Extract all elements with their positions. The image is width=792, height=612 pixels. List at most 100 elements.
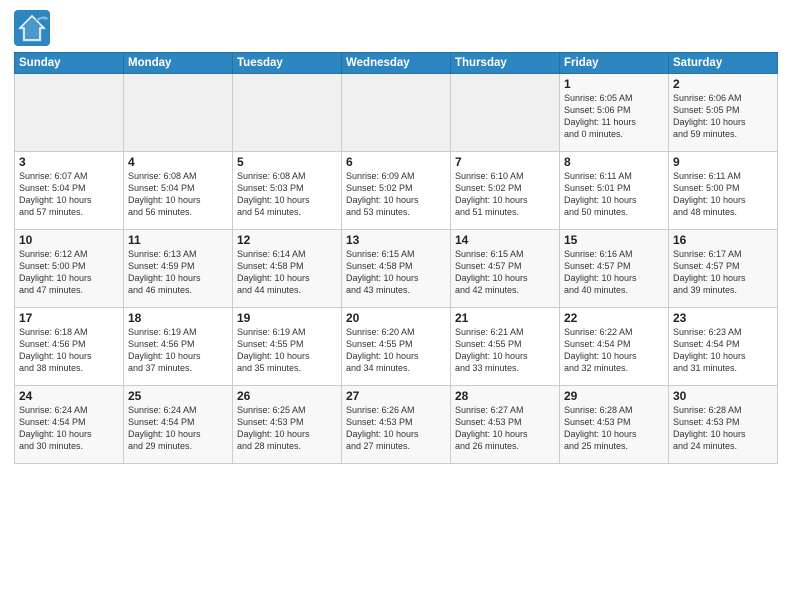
- day-number: 9: [673, 155, 773, 169]
- day-number: 8: [564, 155, 664, 169]
- day-info: Sunrise: 6:23 AM Sunset: 4:54 PM Dayligh…: [673, 326, 773, 375]
- weekday-header: Saturday: [669, 53, 778, 74]
- calendar-cell: 9Sunrise: 6:11 AM Sunset: 5:00 PM Daylig…: [669, 152, 778, 230]
- weekday-header: Monday: [124, 53, 233, 74]
- calendar-cell: [124, 74, 233, 152]
- day-info: Sunrise: 6:21 AM Sunset: 4:55 PM Dayligh…: [455, 326, 555, 375]
- day-number: 25: [128, 389, 228, 403]
- day-info: Sunrise: 6:16 AM Sunset: 4:57 PM Dayligh…: [564, 248, 664, 297]
- day-info: Sunrise: 6:26 AM Sunset: 4:53 PM Dayligh…: [346, 404, 446, 453]
- day-number: 16: [673, 233, 773, 247]
- calendar-cell: [451, 74, 560, 152]
- day-number: 28: [455, 389, 555, 403]
- calendar-header-row: SundayMondayTuesdayWednesdayThursdayFrid…: [15, 53, 778, 74]
- day-info: Sunrise: 6:25 AM Sunset: 4:53 PM Dayligh…: [237, 404, 337, 453]
- day-info: Sunrise: 6:08 AM Sunset: 5:04 PM Dayligh…: [128, 170, 228, 219]
- day-number: 4: [128, 155, 228, 169]
- day-number: 7: [455, 155, 555, 169]
- calendar-cell: [342, 74, 451, 152]
- day-info: Sunrise: 6:19 AM Sunset: 4:55 PM Dayligh…: [237, 326, 337, 375]
- day-number: 15: [564, 233, 664, 247]
- day-info: Sunrise: 6:24 AM Sunset: 4:54 PM Dayligh…: [19, 404, 119, 453]
- calendar-cell: [15, 74, 124, 152]
- day-info: Sunrise: 6:06 AM Sunset: 5:05 PM Dayligh…: [673, 92, 773, 141]
- calendar-cell: 29Sunrise: 6:28 AM Sunset: 4:53 PM Dayli…: [560, 386, 669, 464]
- calendar-cell: 8Sunrise: 6:11 AM Sunset: 5:01 PM Daylig…: [560, 152, 669, 230]
- calendar-cell: 7Sunrise: 6:10 AM Sunset: 5:02 PM Daylig…: [451, 152, 560, 230]
- calendar-cell: 24Sunrise: 6:24 AM Sunset: 4:54 PM Dayli…: [15, 386, 124, 464]
- day-info: Sunrise: 6:24 AM Sunset: 4:54 PM Dayligh…: [128, 404, 228, 453]
- day-number: 13: [346, 233, 446, 247]
- day-number: 22: [564, 311, 664, 325]
- day-number: 10: [19, 233, 119, 247]
- day-info: Sunrise: 6:18 AM Sunset: 4:56 PM Dayligh…: [19, 326, 119, 375]
- day-info: Sunrise: 6:27 AM Sunset: 4:53 PM Dayligh…: [455, 404, 555, 453]
- day-number: 23: [673, 311, 773, 325]
- day-info: Sunrise: 6:14 AM Sunset: 4:58 PM Dayligh…: [237, 248, 337, 297]
- day-info: Sunrise: 6:17 AM Sunset: 4:57 PM Dayligh…: [673, 248, 773, 297]
- calendar-cell: 16Sunrise: 6:17 AM Sunset: 4:57 PM Dayli…: [669, 230, 778, 308]
- day-number: 30: [673, 389, 773, 403]
- calendar-cell: 12Sunrise: 6:14 AM Sunset: 4:58 PM Dayli…: [233, 230, 342, 308]
- calendar-cell: 5Sunrise: 6:08 AM Sunset: 5:03 PM Daylig…: [233, 152, 342, 230]
- calendar-table: SundayMondayTuesdayWednesdayThursdayFrid…: [14, 52, 778, 464]
- day-number: 6: [346, 155, 446, 169]
- calendar-cell: 18Sunrise: 6:19 AM Sunset: 4:56 PM Dayli…: [124, 308, 233, 386]
- calendar-cell: 21Sunrise: 6:21 AM Sunset: 4:55 PM Dayli…: [451, 308, 560, 386]
- day-info: Sunrise: 6:15 AM Sunset: 4:58 PM Dayligh…: [346, 248, 446, 297]
- day-number: 3: [19, 155, 119, 169]
- day-number: 12: [237, 233, 337, 247]
- calendar-cell: 14Sunrise: 6:15 AM Sunset: 4:57 PM Dayli…: [451, 230, 560, 308]
- calendar-cell: 20Sunrise: 6:20 AM Sunset: 4:55 PM Dayli…: [342, 308, 451, 386]
- calendar-week-row: 17Sunrise: 6:18 AM Sunset: 4:56 PM Dayli…: [15, 308, 778, 386]
- calendar-cell: 23Sunrise: 6:23 AM Sunset: 4:54 PM Dayli…: [669, 308, 778, 386]
- calendar-cell: [233, 74, 342, 152]
- calendar-cell: 1Sunrise: 6:05 AM Sunset: 5:06 PM Daylig…: [560, 74, 669, 152]
- day-info: Sunrise: 6:08 AM Sunset: 5:03 PM Dayligh…: [237, 170, 337, 219]
- day-info: Sunrise: 6:05 AM Sunset: 5:06 PM Dayligh…: [564, 92, 664, 141]
- calendar-cell: 25Sunrise: 6:24 AM Sunset: 4:54 PM Dayli…: [124, 386, 233, 464]
- day-number: 5: [237, 155, 337, 169]
- calendar-cell: 3Sunrise: 6:07 AM Sunset: 5:04 PM Daylig…: [15, 152, 124, 230]
- day-info: Sunrise: 6:09 AM Sunset: 5:02 PM Dayligh…: [346, 170, 446, 219]
- header: [14, 10, 778, 46]
- calendar-cell: 27Sunrise: 6:26 AM Sunset: 4:53 PM Dayli…: [342, 386, 451, 464]
- day-number: 24: [19, 389, 119, 403]
- day-number: 19: [237, 311, 337, 325]
- day-number: 26: [237, 389, 337, 403]
- day-info: Sunrise: 6:11 AM Sunset: 5:01 PM Dayligh…: [564, 170, 664, 219]
- calendar-cell: 19Sunrise: 6:19 AM Sunset: 4:55 PM Dayli…: [233, 308, 342, 386]
- calendar-cell: 4Sunrise: 6:08 AM Sunset: 5:04 PM Daylig…: [124, 152, 233, 230]
- calendar-cell: 13Sunrise: 6:15 AM Sunset: 4:58 PM Dayli…: [342, 230, 451, 308]
- day-number: 1: [564, 77, 664, 91]
- weekday-header: Tuesday: [233, 53, 342, 74]
- day-number: 27: [346, 389, 446, 403]
- calendar-cell: 17Sunrise: 6:18 AM Sunset: 4:56 PM Dayli…: [15, 308, 124, 386]
- day-number: 2: [673, 77, 773, 91]
- day-info: Sunrise: 6:10 AM Sunset: 5:02 PM Dayligh…: [455, 170, 555, 219]
- calendar-week-row: 10Sunrise: 6:12 AM Sunset: 5:00 PM Dayli…: [15, 230, 778, 308]
- calendar-cell: 10Sunrise: 6:12 AM Sunset: 5:00 PM Dayli…: [15, 230, 124, 308]
- logo-icon: [14, 10, 50, 46]
- day-info: Sunrise: 6:28 AM Sunset: 4:53 PM Dayligh…: [564, 404, 664, 453]
- day-info: Sunrise: 6:15 AM Sunset: 4:57 PM Dayligh…: [455, 248, 555, 297]
- calendar-page: SundayMondayTuesdayWednesdayThursdayFrid…: [0, 0, 792, 612]
- calendar-cell: 26Sunrise: 6:25 AM Sunset: 4:53 PM Dayli…: [233, 386, 342, 464]
- day-info: Sunrise: 6:22 AM Sunset: 4:54 PM Dayligh…: [564, 326, 664, 375]
- day-info: Sunrise: 6:20 AM Sunset: 4:55 PM Dayligh…: [346, 326, 446, 375]
- calendar-week-row: 3Sunrise: 6:07 AM Sunset: 5:04 PM Daylig…: [15, 152, 778, 230]
- day-info: Sunrise: 6:07 AM Sunset: 5:04 PM Dayligh…: [19, 170, 119, 219]
- calendar-cell: 15Sunrise: 6:16 AM Sunset: 4:57 PM Dayli…: [560, 230, 669, 308]
- day-number: 17: [19, 311, 119, 325]
- day-info: Sunrise: 6:19 AM Sunset: 4:56 PM Dayligh…: [128, 326, 228, 375]
- day-info: Sunrise: 6:11 AM Sunset: 5:00 PM Dayligh…: [673, 170, 773, 219]
- calendar-cell: 6Sunrise: 6:09 AM Sunset: 5:02 PM Daylig…: [342, 152, 451, 230]
- logo: [14, 10, 54, 46]
- day-number: 29: [564, 389, 664, 403]
- day-number: 14: [455, 233, 555, 247]
- day-info: Sunrise: 6:12 AM Sunset: 5:00 PM Dayligh…: [19, 248, 119, 297]
- day-info: Sunrise: 6:13 AM Sunset: 4:59 PM Dayligh…: [128, 248, 228, 297]
- day-number: 18: [128, 311, 228, 325]
- calendar-cell: 30Sunrise: 6:28 AM Sunset: 4:53 PM Dayli…: [669, 386, 778, 464]
- day-number: 20: [346, 311, 446, 325]
